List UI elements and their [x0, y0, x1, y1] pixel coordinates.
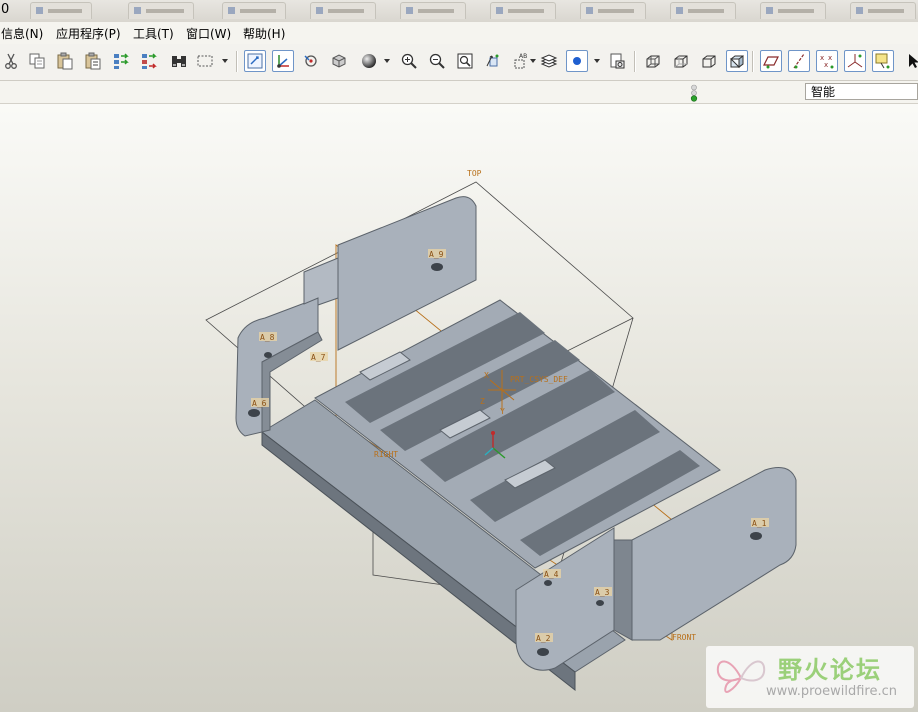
main-toolbar: AB xxx	[0, 44, 918, 81]
saved-views-icon[interactable]: AB	[510, 50, 532, 72]
window-tab[interactable]	[670, 2, 736, 19]
window-tab[interactable]	[222, 2, 286, 19]
back-tab-side	[303, 257, 339, 306]
redraw-icon[interactable]	[244, 50, 266, 72]
paste-special-icon[interactable]	[82, 50, 104, 72]
window-tab[interactable]	[850, 2, 916, 19]
hole	[431, 263, 443, 271]
window-tab[interactable]	[580, 2, 646, 19]
watermark-title: 野火论坛	[778, 656, 882, 684]
window-tab[interactable]	[760, 2, 826, 19]
window-tab[interactable]	[128, 2, 194, 19]
datum-axes-icon[interactable]	[788, 50, 810, 72]
svg-text:AB: AB	[519, 53, 527, 60]
window-tab[interactable]	[490, 2, 556, 19]
layers-icon[interactable]	[538, 50, 560, 72]
axis-label-a1: A_1	[752, 519, 767, 528]
view-manager-icon[interactable]	[328, 50, 350, 72]
butterfly-logo-icon	[712, 650, 770, 707]
chevron-down-icon[interactable]	[594, 59, 600, 63]
toolbar-separator	[634, 51, 636, 72]
csys-axis-label-z: Z	[480, 397, 485, 406]
shaded-icon[interactable]	[726, 50, 748, 72]
refit-icon[interactable]	[454, 50, 476, 72]
hidden-line-icon[interactable]	[670, 50, 692, 72]
wireframe-icon[interactable]	[642, 50, 664, 72]
select-box-icon[interactable]	[194, 50, 216, 72]
svg-text:x: x	[828, 54, 832, 62]
watermark-url: www.proewildfire.cn	[766, 684, 897, 699]
axis-label-a4: A_4	[544, 570, 559, 579]
toolbar-separator	[236, 51, 238, 72]
status-light-icon	[689, 84, 699, 105]
no-hidden-icon[interactable]	[698, 50, 720, 72]
graphics-viewport[interactable]: TOP RIGHT FRONT PRT_CSYS_DEF X Z Y A_9 A…	[0, 104, 918, 712]
axis-label-a3: A_3	[595, 588, 610, 597]
status-bar: 智能	[0, 81, 918, 104]
menu-window[interactable]: 窗口(W)	[186, 25, 231, 42]
toolbar-separator	[752, 51, 754, 72]
hole	[264, 352, 272, 358]
paste-icon[interactable]	[54, 50, 76, 72]
appearance-icon[interactable]	[566, 50, 588, 72]
menu-applications[interactable]: 应用程序(P)	[56, 25, 121, 42]
axis-label-a2: A_2	[536, 634, 551, 643]
cut-icon[interactable]	[0, 50, 22, 72]
csys-axis-label-y: Y	[500, 407, 505, 416]
coordinate-systems-icon[interactable]	[844, 50, 866, 72]
window-title: 0	[1, 2, 10, 17]
spin-center-icon[interactable]	[272, 50, 294, 72]
title-bar: 0	[0, 0, 918, 23]
window-tab[interactable]	[30, 2, 92, 19]
orient-mode-icon[interactable]	[300, 50, 322, 72]
hole	[596, 600, 604, 606]
datum-label-right: RIGHT	[374, 450, 398, 459]
right-tab-side	[613, 539, 633, 641]
csys-axis-label-x: X	[484, 371, 489, 380]
svg-text:x: x	[824, 61, 828, 69]
axis-label-a8: A_8	[260, 333, 275, 342]
zoom-in-icon[interactable]	[398, 50, 420, 72]
zoom-out-icon[interactable]	[426, 50, 448, 72]
chevron-down-icon[interactable]	[384, 59, 390, 63]
window-tab[interactable]	[400, 2, 466, 19]
datum-label-top: TOP	[467, 169, 482, 178]
menu-info[interactable]: 信息(N)	[1, 25, 43, 42]
chevron-down-icon[interactable]	[530, 59, 536, 63]
menu-bar: 信息(N) 应用程序(P) 工具(T) 窗口(W) 帮助(H)	[0, 22, 918, 45]
datum-planes-icon[interactable]	[760, 50, 782, 72]
menu-help[interactable]: 帮助(H)	[243, 25, 285, 42]
axis-label-a9: A_9	[429, 250, 444, 259]
reorient-icon[interactable]	[482, 50, 504, 72]
menu-tools[interactable]: 工具(T)	[133, 25, 174, 42]
csys-label: PRT_CSYS_DEF	[510, 375, 568, 384]
selection-filter-select[interactable]: 智能	[805, 83, 918, 100]
forum-watermark: 野火论坛 www.proewildfire.cn	[706, 646, 914, 708]
annotations-icon[interactable]	[872, 50, 894, 72]
hole	[537, 648, 549, 656]
window-tab[interactable]	[310, 2, 376, 19]
regenerate-icon[interactable]	[110, 50, 132, 72]
chevron-down-icon[interactable]	[222, 59, 228, 63]
copy-icon[interactable]	[26, 50, 48, 72]
datum-label-front: FRONT	[672, 633, 696, 642]
part-model: TOP RIGHT FRONT PRT_CSYS_DEF X Z Y A_9 A…	[205, 169, 797, 692]
regenerate-manager-icon[interactable]	[138, 50, 160, 72]
find-icon[interactable]	[168, 50, 190, 72]
hole	[248, 409, 260, 417]
axis-label-a6: A_6	[252, 399, 267, 408]
datum-points-icon[interactable]: xxx	[816, 50, 838, 72]
axis-label-a7: A_7	[311, 353, 326, 362]
hole	[544, 580, 552, 586]
shading-icon[interactable]	[358, 50, 380, 72]
select-arrow-icon[interactable]	[902, 50, 918, 72]
hole	[750, 532, 762, 540]
model-setup-icon[interactable]	[606, 50, 628, 72]
selection-filter-value: 智能	[811, 85, 836, 99]
